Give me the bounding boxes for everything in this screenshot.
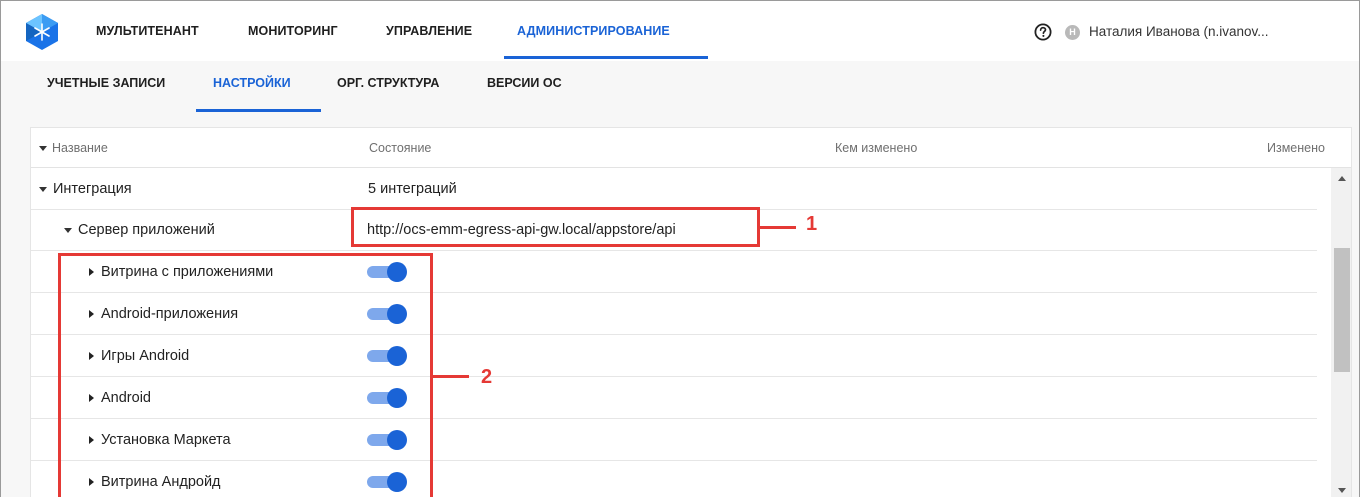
column-header-changed-by[interactable]: Кем изменено [835, 141, 917, 155]
nav-monitoring[interactable]: МОНИТОРИНГ [248, 24, 338, 38]
sub-header: УЧЕТНЫЕ ЗАПИСИ НАСТРОЙКИ ОРГ. СТРУКТУРА … [1, 61, 1359, 115]
annotation-box-1 [351, 207, 760, 247]
annotation-label-2: 2 [481, 366, 493, 388]
tab-settings[interactable]: НАСТРОЙКИ [213, 76, 291, 90]
row-name: Интеграция [39, 181, 132, 197]
caret-down-icon[interactable] [39, 186, 47, 192]
column-header-name[interactable]: Название [39, 141, 108, 155]
scroll-up-icon[interactable] [1338, 176, 1346, 181]
annotation-line-2 [433, 375, 469, 378]
table-header: Название Состояние Кем изменено Изменено [31, 128, 1351, 168]
tab-active-indicator [196, 109, 321, 112]
row-state: 5 интеграций [368, 181, 457, 197]
user-name[interactable]: Наталия Иванова (n.ivanov... [1089, 24, 1268, 39]
nav-administration[interactable]: АДМИНИСТРИРОВАНИЕ [517, 24, 670, 38]
nav-active-indicator [504, 56, 708, 59]
vertical-scrollbar[interactable] [1331, 168, 1351, 497]
question-circle-icon[interactable] [1034, 23, 1052, 41]
app-logo-icon [26, 14, 58, 50]
caret-down-icon[interactable] [64, 227, 72, 233]
nav-management[interactable]: УПРАВЛЕНИЕ [386, 24, 472, 38]
tab-org-structure[interactable]: ОРГ. СТРУКТУРА [337, 76, 439, 90]
avatar[interactable]: Н [1065, 25, 1080, 40]
scroll-thumb[interactable] [1334, 248, 1350, 372]
table-row[interactable]: Интеграция 5 интеграций [31, 168, 1317, 210]
tab-os-versions[interactable]: ВЕРСИИ ОС [487, 76, 562, 90]
column-header-state[interactable]: Состояние [369, 141, 431, 155]
annotation-label-1: 1 [806, 213, 818, 235]
row-name: Сервер приложений [64, 222, 215, 238]
tab-accounts[interactable]: УЧЕТНЫЕ ЗАПИСИ [47, 76, 165, 90]
caret-down-icon [39, 146, 47, 152]
annotation-box-2 [58, 253, 433, 497]
top-header: МУЛЬТИТЕНАНТ МОНИТОРИНГ УПРАВЛЕНИЕ АДМИН… [1, 1, 1359, 61]
scroll-down-icon[interactable] [1338, 488, 1346, 493]
column-header-changed-at[interactable]: Изменено [1267, 141, 1325, 155]
nav-multitenant[interactable]: МУЛЬТИТЕНАНТ [96, 24, 199, 38]
annotation-line-1 [760, 226, 796, 229]
